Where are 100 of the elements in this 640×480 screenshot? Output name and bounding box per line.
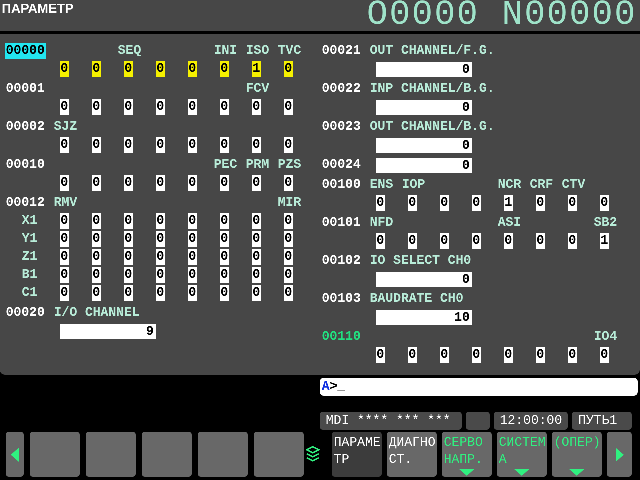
bit-value[interactable]: 0 (408, 195, 417, 211)
bit-value[interactable]: 0 (568, 195, 577, 211)
bit-value[interactable]: 0 (124, 249, 133, 265)
parameter-number[interactable]: 00020 (5, 305, 46, 321)
bit-value[interactable]: 0 (124, 99, 133, 115)
bit-value[interactable]: 1 (600, 233, 609, 249)
bit-value[interactable]: 0 (408, 233, 417, 249)
bit-value[interactable]: 0 (252, 285, 261, 301)
bit-value[interactable]: 0 (92, 267, 101, 283)
bit-value[interactable]: 0 (568, 347, 577, 363)
value-field[interactable]: 0 (376, 138, 472, 152)
bit-value[interactable]: 0 (220, 267, 229, 283)
bit-value[interactable]: 0 (252, 137, 261, 153)
bit-value[interactable]: 0 (92, 285, 101, 301)
bit-value[interactable]: 0 (284, 249, 293, 265)
bit-value[interactable]: 0 (284, 99, 293, 115)
bit-value[interactable]: 0 (284, 213, 293, 229)
bit-value[interactable]: 1 (252, 61, 261, 77)
bit-value[interactable]: 0 (60, 61, 69, 77)
parameter-number[interactable]: 00001 (5, 81, 46, 97)
bit-value[interactable]: 0 (504, 233, 513, 249)
bit-value[interactable]: 0 (188, 137, 197, 153)
bit-value[interactable]: 1 (504, 195, 513, 211)
bit-value[interactable]: 0 (504, 347, 513, 363)
bit-value[interactable]: 0 (252, 267, 261, 283)
bit-value[interactable]: 0 (252, 231, 261, 247)
bit-value[interactable]: 0 (60, 137, 69, 153)
bit-value[interactable]: 0 (284, 267, 293, 283)
bit-value[interactable]: 0 (124, 61, 133, 77)
bit-value[interactable]: 0 (536, 233, 545, 249)
bit-value[interactable]: 0 (440, 347, 449, 363)
bit-value[interactable]: 0 (252, 99, 261, 115)
bit-value[interactable]: 0 (188, 267, 197, 283)
bit-value[interactable]: 0 (408, 347, 417, 363)
bit-value[interactable]: 0 (472, 347, 481, 363)
bit-value[interactable]: 0 (376, 195, 385, 211)
parameter-number[interactable]: 00110 (321, 329, 362, 345)
bit-value[interactable]: 0 (156, 249, 165, 265)
bit-value[interactable]: 0 (60, 285, 69, 301)
bit-value[interactable]: 0 (252, 213, 261, 229)
bit-value[interactable]: 0 (60, 267, 69, 283)
bit-value[interactable]: 0 (284, 231, 293, 247)
bit-value[interactable]: 0 (284, 175, 293, 191)
soft-key[interactable]: (ОПЕР) (552, 432, 602, 477)
value-field[interactable]: 9 (60, 324, 156, 338)
bit-value[interactable]: 0 (156, 137, 165, 153)
bit-value[interactable]: 0 (188, 99, 197, 115)
bit-value[interactable]: 0 (188, 285, 197, 301)
bit-value[interactable]: 0 (156, 231, 165, 247)
bit-value[interactable]: 0 (440, 195, 449, 211)
bit-value[interactable]: 0 (472, 195, 481, 211)
bit-value[interactable]: 0 (92, 61, 101, 77)
parameter-number[interactable]: 00010 (5, 157, 46, 173)
bit-value[interactable]: 0 (220, 61, 229, 77)
bit-value[interactable]: 0 (124, 231, 133, 247)
bit-value[interactable]: 0 (536, 195, 545, 211)
bit-value[interactable]: 0 (220, 137, 229, 153)
bit-value[interactable]: 0 (124, 175, 133, 191)
parameter-number[interactable]: 00102 (321, 253, 362, 269)
soft-key[interactable] (30, 432, 80, 477)
bit-value[interactable]: 0 (92, 213, 101, 229)
parameter-number[interactable]: 00103 (321, 291, 362, 307)
parameter-number[interactable]: 00000 (5, 43, 46, 59)
value-field[interactable]: 0 (376, 158, 472, 172)
bit-value[interactable]: 0 (124, 285, 133, 301)
value-field[interactable]: 0 (376, 100, 472, 114)
bit-value[interactable]: 0 (220, 285, 229, 301)
bit-value[interactable]: 0 (188, 231, 197, 247)
soft-key[interactable]: СИСТЕМ А (497, 432, 547, 477)
bit-value[interactable]: 0 (220, 213, 229, 229)
value-field[interactable]: 0 (376, 272, 472, 286)
bit-value[interactable]: 0 (156, 267, 165, 283)
bit-value[interactable]: 0 (568, 233, 577, 249)
parameter-number[interactable]: 00002 (5, 119, 46, 135)
bit-value[interactable]: 0 (60, 213, 69, 229)
bit-value[interactable]: 0 (124, 267, 133, 283)
value-field[interactable]: 10 (376, 310, 472, 324)
soft-key[interactable]: ДИАГНО СТ. (387, 432, 437, 477)
bit-value[interactable]: 0 (156, 61, 165, 77)
bit-value[interactable]: 0 (600, 347, 609, 363)
bit-value[interactable]: 0 (92, 249, 101, 265)
parameter-number[interactable]: 00023 (321, 119, 362, 135)
soft-key[interactable]: СЕРВО НАПР. (442, 432, 492, 477)
bit-value[interactable]: 0 (156, 285, 165, 301)
bit-value[interactable]: 0 (60, 99, 69, 115)
bit-value[interactable]: 0 (220, 99, 229, 115)
bit-value[interactable]: 0 (536, 347, 545, 363)
bit-value[interactable]: 0 (156, 175, 165, 191)
bit-value[interactable]: 0 (156, 213, 165, 229)
bit-value[interactable]: 0 (376, 347, 385, 363)
bit-value[interactable]: 0 (60, 231, 69, 247)
bit-value[interactable]: 0 (376, 233, 385, 249)
bit-value[interactable]: 0 (156, 99, 165, 115)
bit-value[interactable]: 0 (252, 249, 261, 265)
soft-key[interactable] (198, 432, 248, 477)
bit-value[interactable]: 0 (188, 175, 197, 191)
parameter-number[interactable]: 00012 (5, 195, 46, 211)
bit-value[interactable]: 0 (60, 249, 69, 265)
parameter-number[interactable]: 00024 (321, 157, 362, 173)
bit-value[interactable]: 0 (284, 137, 293, 153)
